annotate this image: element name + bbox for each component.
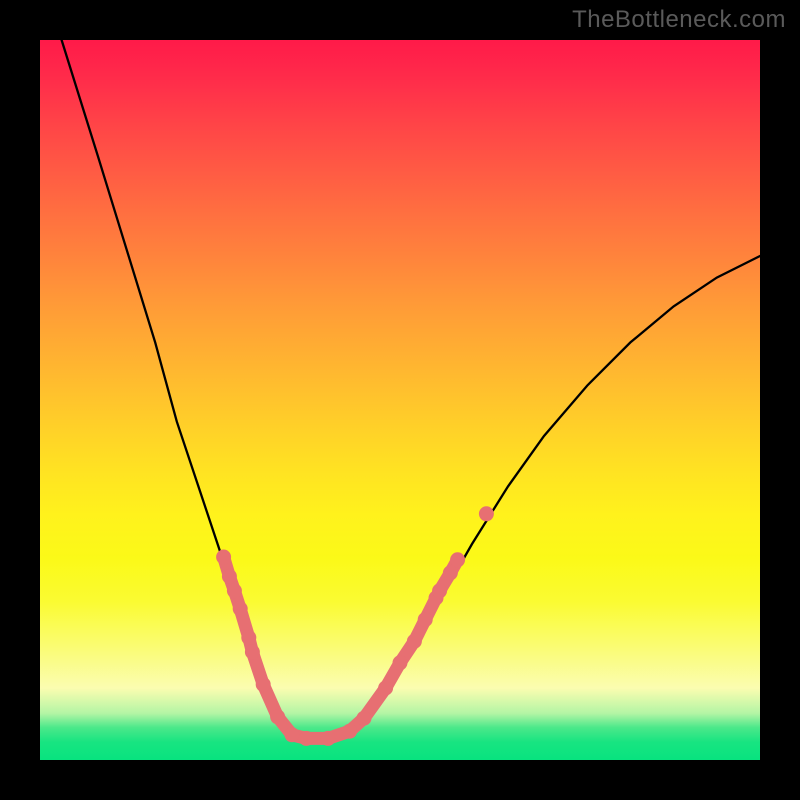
bottleneck-curve xyxy=(62,40,760,738)
chart-svg xyxy=(40,40,760,760)
watermark-text: TheBottleneck.com xyxy=(572,6,786,34)
marker-dots xyxy=(216,506,494,746)
chart-container: TheBottleneck.com xyxy=(0,0,800,800)
plot-area xyxy=(40,40,760,760)
marker-thick-segments xyxy=(224,557,458,738)
